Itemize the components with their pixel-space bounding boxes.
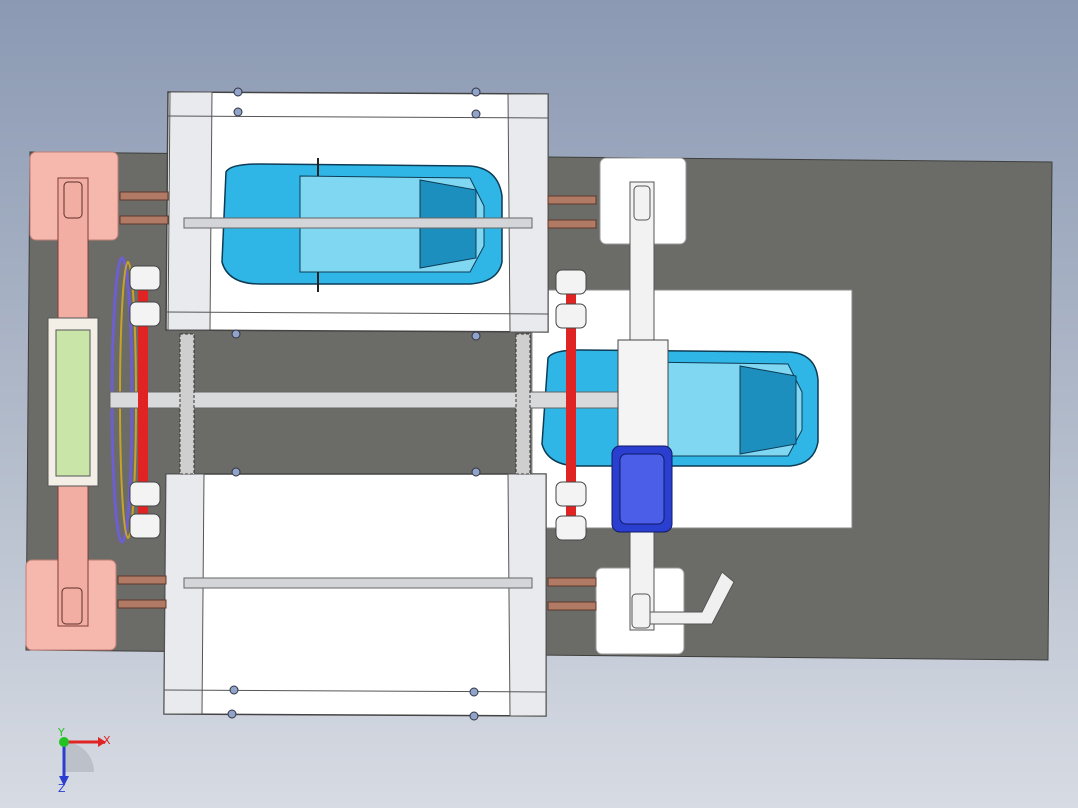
cad-model-scene[interactable]: X Y Z xyxy=(0,0,1078,808)
bottom-rod xyxy=(183,577,533,589)
y-axis-label: Y xyxy=(57,726,65,739)
coordinate-triad: X Y Z xyxy=(57,726,111,795)
bottom-frame-left-rail xyxy=(163,473,205,715)
right-gearbox xyxy=(617,339,669,449)
x-axis-label: X xyxy=(103,734,111,747)
cad-viewport[interactable]: X Y Z xyxy=(0,0,1078,808)
right-chain-vertical xyxy=(515,333,531,475)
left-chain-vertical xyxy=(179,333,195,475)
z-axis-label: Z xyxy=(58,782,66,795)
bottom-frame xyxy=(163,473,547,717)
top-frame-left-rail xyxy=(167,91,213,331)
top-frame-right-rail xyxy=(507,93,549,333)
bottom-frame-right-rail xyxy=(507,473,547,717)
top-rod xyxy=(183,217,533,229)
left-bracket-inner xyxy=(55,329,91,477)
drive-motor-inner xyxy=(619,453,665,525)
